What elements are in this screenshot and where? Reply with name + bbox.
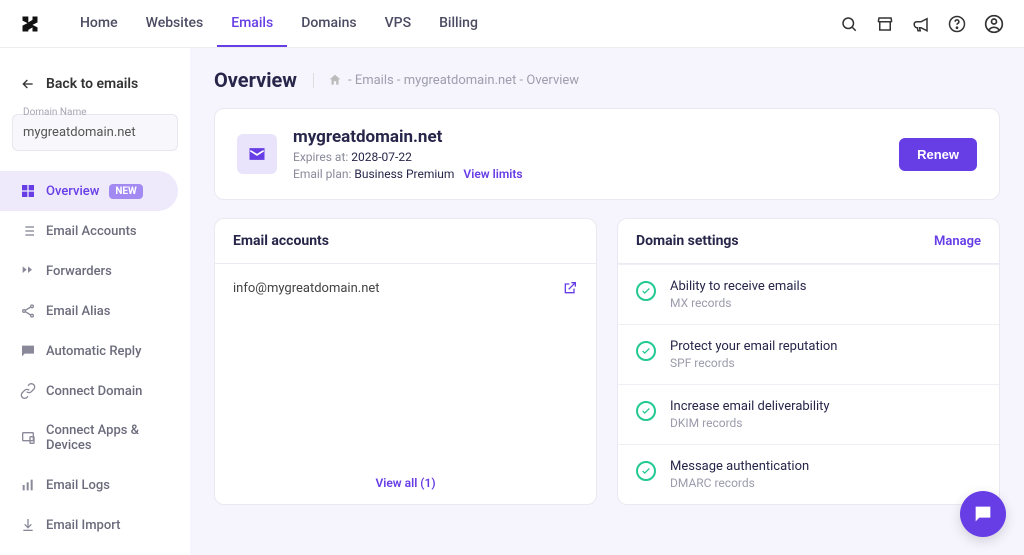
settings-title: Domain settings xyxy=(636,233,739,249)
renew-button[interactable]: Renew xyxy=(899,138,977,171)
nav-billing[interactable]: Billing xyxy=(425,1,492,47)
sidebar-item-email-import[interactable]: Email Import xyxy=(0,505,190,545)
accounts-title: Email accounts xyxy=(233,233,329,249)
domain-select[interactable]: Domain Name mygreatdomain.net xyxy=(12,114,178,151)
sidebar-item-connect-domain[interactable]: Connect Domain xyxy=(0,371,190,411)
sidebar-item-label: Forwarders xyxy=(46,264,112,279)
setting-sub: DMARC records xyxy=(670,476,809,490)
sidebar-item-label: Email Logs xyxy=(46,478,110,493)
back-label: Back to emails xyxy=(46,76,138,92)
domain-settings-panel: Domain settings Manage Ability to receiv… xyxy=(617,218,1000,505)
overview-icon xyxy=(20,183,36,199)
new-badge: NEW xyxy=(109,184,142,199)
reply-icon xyxy=(20,343,36,359)
view-limits-link[interactable]: View limits xyxy=(463,167,522,181)
setting-title: Protect your email reputation xyxy=(670,339,837,354)
setting-title: Ability to receive emails xyxy=(670,279,806,294)
main: Overview - Emails - mygreatdomain.net - … xyxy=(190,48,1024,555)
nav-websites[interactable]: Websites xyxy=(132,1,218,47)
sidebar-item-label: Automatic Reply xyxy=(46,344,141,359)
sidebar-item-label: Overview xyxy=(46,184,99,199)
check-icon xyxy=(636,461,656,481)
back-to-emails[interactable]: Back to emails xyxy=(0,66,190,102)
sidebar-item-alias[interactable]: Email Alias xyxy=(0,291,190,331)
chat-fab[interactable] xyxy=(960,491,1006,537)
devices-icon xyxy=(20,430,36,446)
page-title: Overview xyxy=(214,68,297,92)
email-accounts-panel: Email accounts info@mygreatdomain.net Vi… xyxy=(214,218,597,505)
setting-sub: MX records xyxy=(670,296,806,310)
sidebar-item-label: Email Import xyxy=(46,518,120,533)
setting-row-spf: Protect your email reputation SPF record… xyxy=(618,324,999,384)
store-icon[interactable] xyxy=(876,15,894,33)
setting-row-dmarc: Message authentication DMARC records xyxy=(618,444,999,504)
setting-sub: DKIM records xyxy=(670,416,830,430)
search-icon[interactable] xyxy=(840,15,858,33)
sidebar: Back to emails Domain Name mygreatdomain… xyxy=(0,48,190,555)
expires-value: 2028-07-22 xyxy=(351,150,412,164)
chart-icon xyxy=(20,477,36,493)
share-icon xyxy=(20,303,36,319)
download-icon xyxy=(20,517,36,533)
plan-label: Email plan: xyxy=(293,167,351,181)
setting-title: Message authentication xyxy=(670,459,809,474)
announce-icon[interactable] xyxy=(912,15,930,33)
check-icon xyxy=(636,341,656,361)
sidebar-item-email-accounts[interactable]: Email Accounts xyxy=(0,211,190,251)
sidebar-item-connect-apps[interactable]: Connect Apps & Devices xyxy=(0,411,190,465)
check-icon xyxy=(636,281,656,301)
expires-label: Expires at: xyxy=(293,150,348,164)
sidebar-item-email-logs[interactable]: Email Logs xyxy=(0,465,190,505)
top-nav: Home Websites Emails Domains VPS Billing xyxy=(0,0,1024,48)
logo[interactable] xyxy=(20,14,46,34)
nav-emails[interactable]: Emails xyxy=(217,1,287,47)
help-icon[interactable] xyxy=(948,15,966,33)
open-icon[interactable] xyxy=(562,280,578,296)
forward-icon xyxy=(20,263,36,279)
email-row: info@mygreatdomain.net xyxy=(215,264,596,312)
nav-home[interactable]: Home xyxy=(66,1,132,47)
nav-vps[interactable]: VPS xyxy=(371,1,425,47)
sidebar-item-forwarders[interactable]: Forwarders xyxy=(0,251,190,291)
domain-label: Domain Name xyxy=(21,107,89,118)
sidebar-item-label: Email Alias xyxy=(46,304,110,319)
breadcrumb-text: - Emails - mygreatdomain.net - Overview xyxy=(348,73,579,88)
nav-items: Home Websites Emails Domains VPS Billing xyxy=(66,1,492,47)
check-icon xyxy=(636,401,656,421)
manage-link[interactable]: Manage xyxy=(934,234,981,249)
sidebar-item-label: Email Accounts xyxy=(46,224,137,239)
profile-icon[interactable] xyxy=(984,14,1004,34)
domain-card: mygreatdomain.net Expires at: 2028-07-22… xyxy=(214,108,1000,200)
domain-value: mygreatdomain.net xyxy=(23,125,167,140)
breadcrumb[interactable]: - Emails - mygreatdomain.net - Overview xyxy=(313,73,579,88)
sidebar-item-label: Connect Domain xyxy=(46,384,142,399)
plan-value: Business Premium xyxy=(354,167,454,181)
setting-row-dkim: Increase email deliverability DKIM recor… xyxy=(618,384,999,444)
sidebar-item-overview[interactable]: Overview NEW xyxy=(0,171,178,211)
setting-row-mx: Ability to receive emails MX records xyxy=(618,264,999,324)
sidebar-item-label: Connect Apps & Devices xyxy=(46,423,170,453)
view-all-link[interactable]: View all (1) xyxy=(215,462,596,504)
top-icons xyxy=(840,14,1004,34)
email-address: info@mygreatdomain.net xyxy=(233,281,380,296)
setting-sub: SPF records xyxy=(670,356,837,370)
setting-title: Increase email deliverability xyxy=(670,399,830,414)
sidebar-item-auto-reply[interactable]: Automatic Reply xyxy=(0,331,190,371)
link-icon xyxy=(20,383,36,399)
mail-icon xyxy=(237,134,277,174)
nav-domains[interactable]: Domains xyxy=(287,1,370,47)
list-icon xyxy=(20,223,36,239)
domain-name: mygreatdomain.net xyxy=(293,127,523,147)
sidebar-nav: Overview NEW Email Accounts Forwarders E… xyxy=(0,163,190,553)
